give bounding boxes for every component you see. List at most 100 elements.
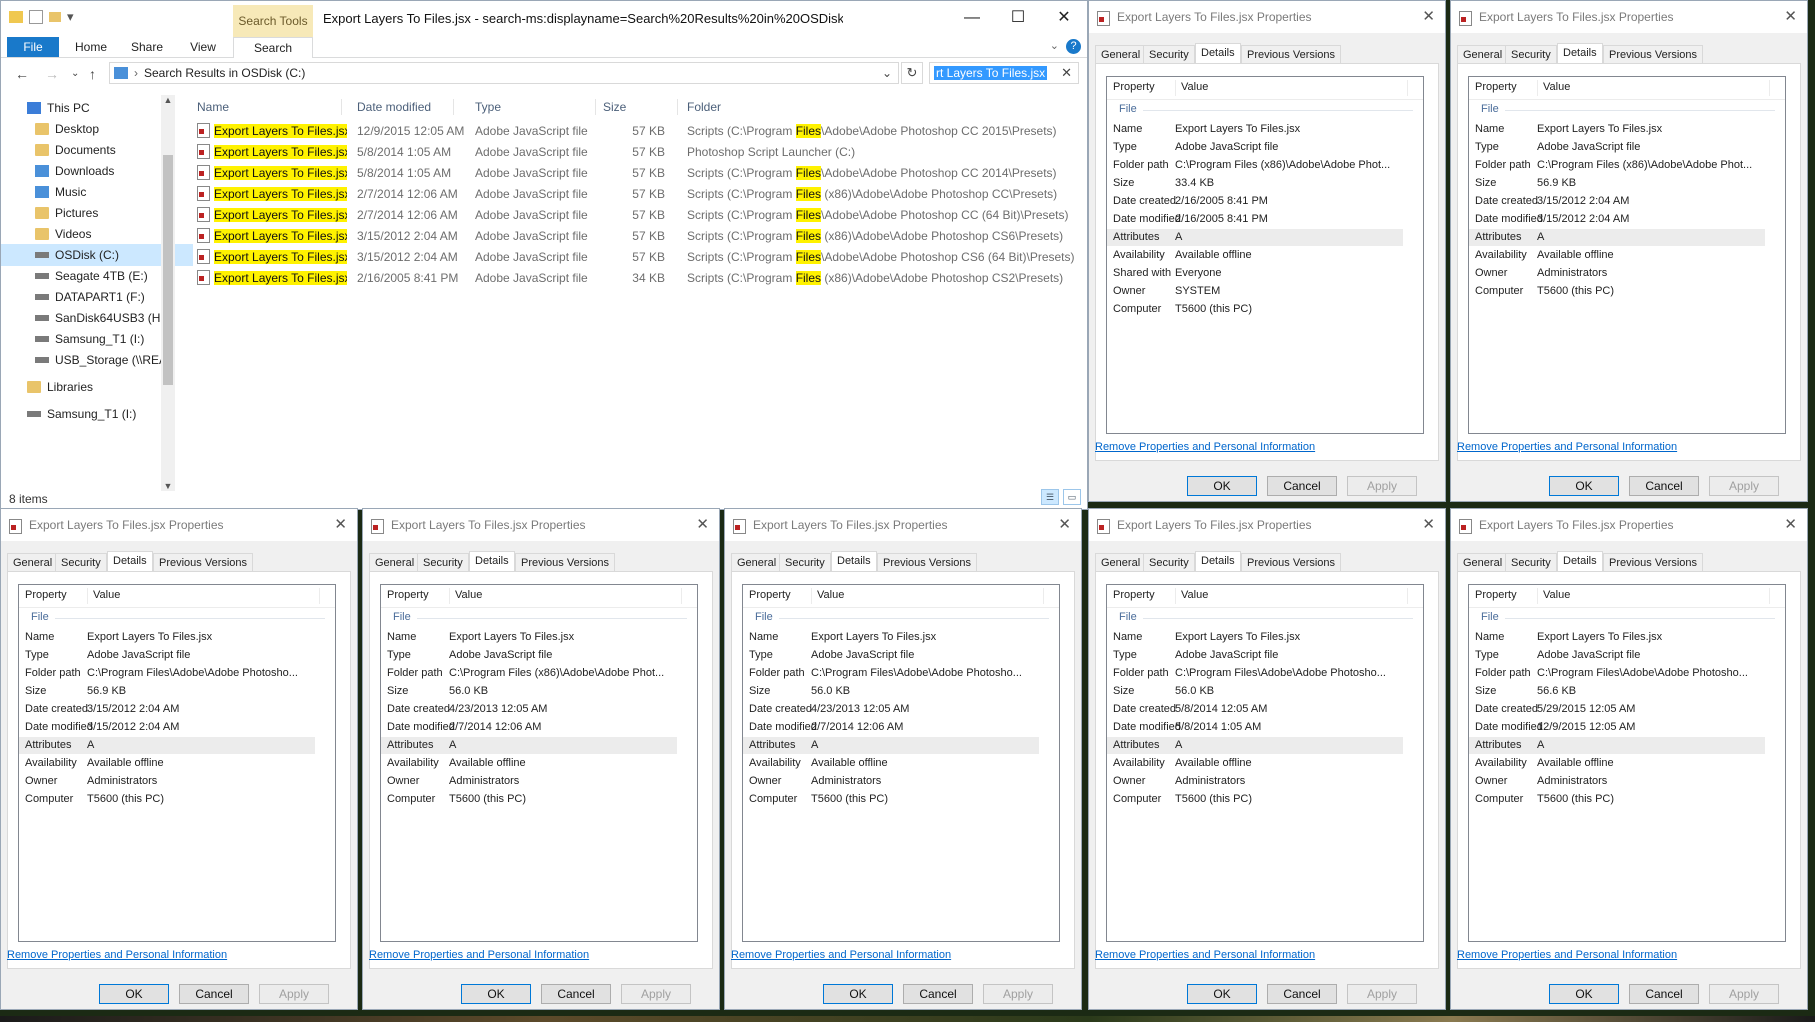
tab-security[interactable]: Security bbox=[1143, 553, 1195, 572]
expand-ribbon-icon[interactable]: ⌄ bbox=[1050, 39, 1059, 52]
property-row[interactable]: Date created 2/16/2005 8:41 PM bbox=[1107, 193, 1403, 210]
scroll-up-icon[interactable]: ▲ bbox=[161, 95, 175, 105]
cancel-button[interactable]: Cancel bbox=[1629, 984, 1699, 1004]
property-row[interactable]: Name Export Layers To Files.jsx bbox=[743, 629, 1039, 646]
close-icon[interactable]: ✕ bbox=[1422, 515, 1435, 533]
customize-qat-icon[interactable]: ▾ bbox=[67, 9, 74, 25]
property-row[interactable]: Availability Available offline bbox=[1107, 247, 1403, 264]
tab-details[interactable]: Details bbox=[1195, 551, 1241, 572]
property-row[interactable]: Date created 4/23/2013 12:05 AM bbox=[381, 701, 677, 718]
property-row[interactable]: Availability Available offline bbox=[1469, 755, 1765, 772]
ok-button[interactable]: OK bbox=[1187, 476, 1257, 496]
tab-details[interactable]: Details bbox=[469, 551, 515, 572]
property-row[interactable]: Folder path C:\Program Files (x86)\Adobe\… bbox=[381, 665, 677, 682]
remove-properties-link[interactable]: Remove Properties and Personal Informati… bbox=[1457, 441, 1677, 453]
tab-previous-versions[interactable]: Previous Versions bbox=[153, 553, 254, 572]
tab-security[interactable]: Security bbox=[1505, 553, 1557, 572]
property-row[interactable]: Folder path C:\Program Files\Adobe\Adobe … bbox=[743, 665, 1039, 682]
tab-share[interactable]: Share bbox=[125, 37, 169, 57]
search-tools-context-tab[interactable]: Search Tools bbox=[233, 5, 313, 37]
tab-file[interactable]: File bbox=[7, 37, 59, 57]
nav-item[interactable]: Samsung_T1 (I:) bbox=[1, 403, 185, 425]
property-row[interactable]: Name Export Layers To Files.jsx bbox=[1469, 121, 1765, 138]
property-row[interactable]: Computer T5600 (this PC) bbox=[381, 791, 677, 808]
column-header-value[interactable]: Value bbox=[1181, 81, 1208, 93]
property-row[interactable]: Attributes A bbox=[1107, 229, 1403, 246]
property-row[interactable]: Size 33.4 KB bbox=[1107, 175, 1403, 192]
property-row[interactable]: Attributes A bbox=[19, 737, 315, 754]
remove-properties-link[interactable]: Remove Properties and Personal Informati… bbox=[1095, 441, 1315, 453]
scroll-down-icon[interactable]: ▼ bbox=[161, 481, 175, 491]
apply-button[interactable]: Apply bbox=[1709, 476, 1779, 496]
property-row[interactable]: Computer T5600 (this PC) bbox=[743, 791, 1039, 808]
apply-button[interactable]: Apply bbox=[983, 984, 1053, 1004]
column-header-property[interactable]: Property bbox=[1475, 81, 1517, 93]
ok-button[interactable]: OK bbox=[461, 984, 531, 1004]
property-row[interactable]: Type Adobe JavaScript file bbox=[1107, 647, 1403, 664]
tab-security[interactable]: Security bbox=[779, 553, 831, 572]
property-row[interactable]: Attributes A bbox=[381, 737, 677, 754]
apply-button[interactable]: Apply bbox=[1709, 984, 1779, 1004]
maximize-button[interactable]: ☐ bbox=[995, 1, 1041, 35]
property-row[interactable]: Date modified 3/15/2012 2:04 AM bbox=[19, 719, 315, 736]
close-icon[interactable]: ✕ bbox=[1422, 7, 1435, 25]
close-icon[interactable]: ✕ bbox=[1784, 7, 1797, 25]
property-row[interactable]: Size 56.0 KB bbox=[1107, 683, 1403, 700]
property-row[interactable]: Name Export Layers To Files.jsx bbox=[381, 629, 677, 646]
tab-general[interactable]: General bbox=[7, 553, 59, 572]
property-row[interactable]: Date modified 2/16/2005 8:41 PM bbox=[1107, 211, 1403, 228]
column-header-property[interactable]: Property bbox=[1113, 81, 1155, 93]
property-row[interactable]: Size 56.0 KB bbox=[381, 683, 677, 700]
tab-previous-versions[interactable]: Previous Versions bbox=[1241, 553, 1342, 572]
close-icon[interactable]: ✕ bbox=[1784, 515, 1797, 533]
property-row[interactable]: Availability Available offline bbox=[381, 755, 677, 772]
property-row[interactable]: Attributes A bbox=[1469, 737, 1765, 754]
help-icon[interactable]: ? bbox=[1066, 39, 1081, 54]
property-row[interactable]: Folder path C:\Program Files (x86)\Adobe\… bbox=[1107, 157, 1403, 174]
cancel-button[interactable]: Cancel bbox=[541, 984, 611, 1004]
ok-button[interactable]: OK bbox=[823, 984, 893, 1004]
property-row[interactable]: Name Export Layers To Files.jsx bbox=[19, 629, 315, 646]
property-row[interactable]: Date created 3/15/2012 2:04 AM bbox=[1469, 193, 1765, 210]
tab-details[interactable]: Details bbox=[831, 551, 877, 572]
tab-general[interactable]: General bbox=[1457, 45, 1509, 64]
property-row[interactable]: Computer T5600 (this PC) bbox=[1107, 791, 1403, 808]
tab-general[interactable]: General bbox=[369, 553, 421, 572]
details-view-icon[interactable]: ☰ bbox=[1041, 489, 1059, 505]
scrollbar-thumb[interactable] bbox=[163, 155, 173, 385]
property-row[interactable]: Type Adobe JavaScript file bbox=[1469, 139, 1765, 156]
property-row[interactable]: Size 56.0 KB bbox=[743, 683, 1039, 700]
tab-previous-versions[interactable]: Previous Versions bbox=[877, 553, 978, 572]
remove-properties-link[interactable]: Remove Properties and Personal Informati… bbox=[1457, 949, 1677, 961]
tab-previous-versions[interactable]: Previous Versions bbox=[1603, 45, 1704, 64]
column-header-value[interactable]: Value bbox=[817, 589, 844, 601]
close-icon[interactable]: ✕ bbox=[1058, 515, 1071, 533]
property-row[interactable]: Owner Administrators bbox=[1469, 265, 1765, 282]
tab-details[interactable]: Details bbox=[107, 551, 153, 572]
property-row[interactable]: Owner SYSTEM bbox=[1107, 283, 1403, 300]
property-row[interactable]: Shared with Everyone bbox=[1107, 265, 1403, 282]
table-row[interactable]: Export Layers To Files.jsx 2/16/2005 8:41… bbox=[191, 268, 1081, 289]
property-row[interactable]: Date created 5/8/2014 12:05 AM bbox=[1107, 701, 1403, 718]
navigation-scrollbar[interactable]: ▲ ▼ bbox=[161, 95, 175, 491]
property-row[interactable]: Type Adobe JavaScript file bbox=[1469, 647, 1765, 664]
cancel-button[interactable]: Cancel bbox=[1267, 476, 1337, 496]
column-header-value[interactable]: Value bbox=[1543, 589, 1570, 601]
tab-general[interactable]: General bbox=[731, 553, 783, 572]
property-row[interactable]: Owner Administrators bbox=[743, 773, 1039, 790]
remove-properties-link[interactable]: Remove Properties and Personal Informati… bbox=[1095, 949, 1315, 961]
property-row[interactable]: Folder path C:\Program Files\Adobe\Adobe … bbox=[1469, 665, 1765, 682]
nav-item[interactable]: This PC bbox=[1, 97, 185, 119]
property-row[interactable]: Availability Available offline bbox=[1469, 247, 1765, 264]
property-row[interactable]: Computer T5600 (this PC) bbox=[19, 791, 315, 808]
clear-search-icon[interactable]: ✕ bbox=[1061, 65, 1072, 81]
tab-security[interactable]: Security bbox=[1143, 45, 1195, 64]
column-header-type[interactable]: Type bbox=[475, 97, 501, 117]
close-icon[interactable]: ✕ bbox=[696, 515, 709, 533]
property-row[interactable]: Type Adobe JavaScript file bbox=[381, 647, 677, 664]
property-row[interactable]: Attributes A bbox=[1469, 229, 1765, 246]
property-row[interactable]: Date modified 3/15/2012 2:04 AM bbox=[1469, 211, 1765, 228]
cancel-button[interactable]: Cancel bbox=[179, 984, 249, 1004]
apply-button[interactable]: Apply bbox=[1347, 476, 1417, 496]
property-row[interactable]: Size 56.9 KB bbox=[19, 683, 315, 700]
